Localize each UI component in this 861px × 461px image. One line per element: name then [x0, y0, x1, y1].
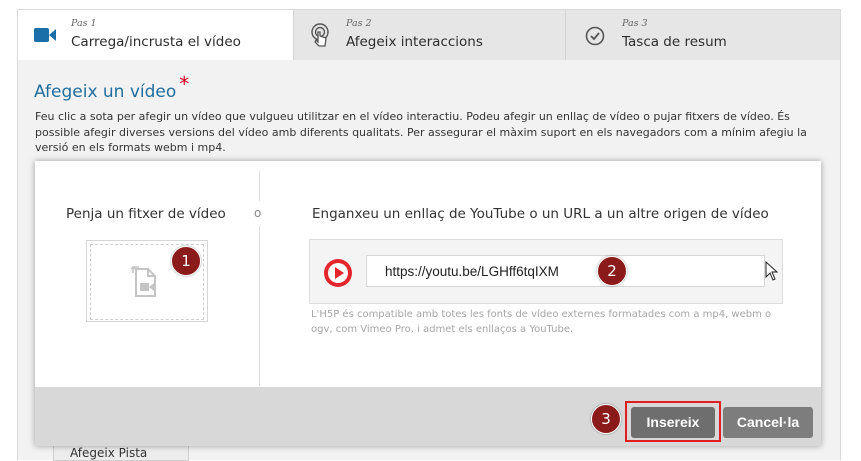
- tab-step-label: Pas 1: [71, 18, 97, 29]
- tab-step-1[interactable]: Pas 1 Carrega/incrusta el vídeo: [18, 10, 293, 61]
- cancel-button[interactable]: Cancel·la: [723, 407, 813, 438]
- section-description: Feu clic a sota per afegir un vídeo que …: [35, 110, 807, 154]
- tab-step-label: Pas 3: [622, 18, 648, 29]
- upload-title: Penja un fitxer de vídeo: [66, 206, 226, 222]
- touch-icon: [309, 23, 331, 51]
- youtube-play-icon: [324, 259, 352, 287]
- video-camera-icon: [34, 27, 56, 47]
- tab-title: Tasca de resum: [622, 34, 727, 50]
- divider: [259, 226, 260, 386]
- highlight-frame: [625, 401, 721, 442]
- callout-badge-3: 3: [591, 404, 621, 434]
- tab-title: Afegeix interaccions: [346, 34, 483, 50]
- dialog-footer: 3 Insereix Cancel·la: [35, 387, 821, 446]
- mouse-cursor-icon: [765, 260, 779, 285]
- or-label: o: [254, 206, 262, 220]
- tab-step-2[interactable]: Pas 2 Afegeix interaccions: [293, 10, 566, 61]
- required-mark: *: [179, 72, 190, 96]
- section-heading: Afegeix un vídeo *: [34, 72, 190, 102]
- tab-title: Carrega/incrusta el vídeo: [71, 34, 241, 50]
- video-url-input[interactable]: [366, 255, 765, 287]
- callout-badge-2: 2: [597, 256, 627, 286]
- tab-step-label: Pas 2: [346, 18, 372, 29]
- step-tabs: Pas 1 Carrega/incrusta el vídeo Pas 2 Af…: [17, 9, 841, 61]
- checkmark-circle-icon: [585, 26, 605, 50]
- compatibility-note: L'H5P és compatible amb totes les fonts …: [311, 309, 772, 335]
- tab-step-3[interactable]: Pas 3 Tasca de resum: [565, 10, 841, 61]
- link-title: Enganxeu un enllaç de YouTube o un URL a…: [312, 206, 769, 222]
- add-video-dialog: Penja un fitxer de vídeo o 1 Enganxeu un…: [35, 161, 821, 446]
- callout-badge-1: 1: [171, 246, 201, 276]
- video-file-icon: [130, 265, 163, 303]
- divider: [259, 171, 260, 201]
- url-input-area: 2: [309, 239, 783, 304]
